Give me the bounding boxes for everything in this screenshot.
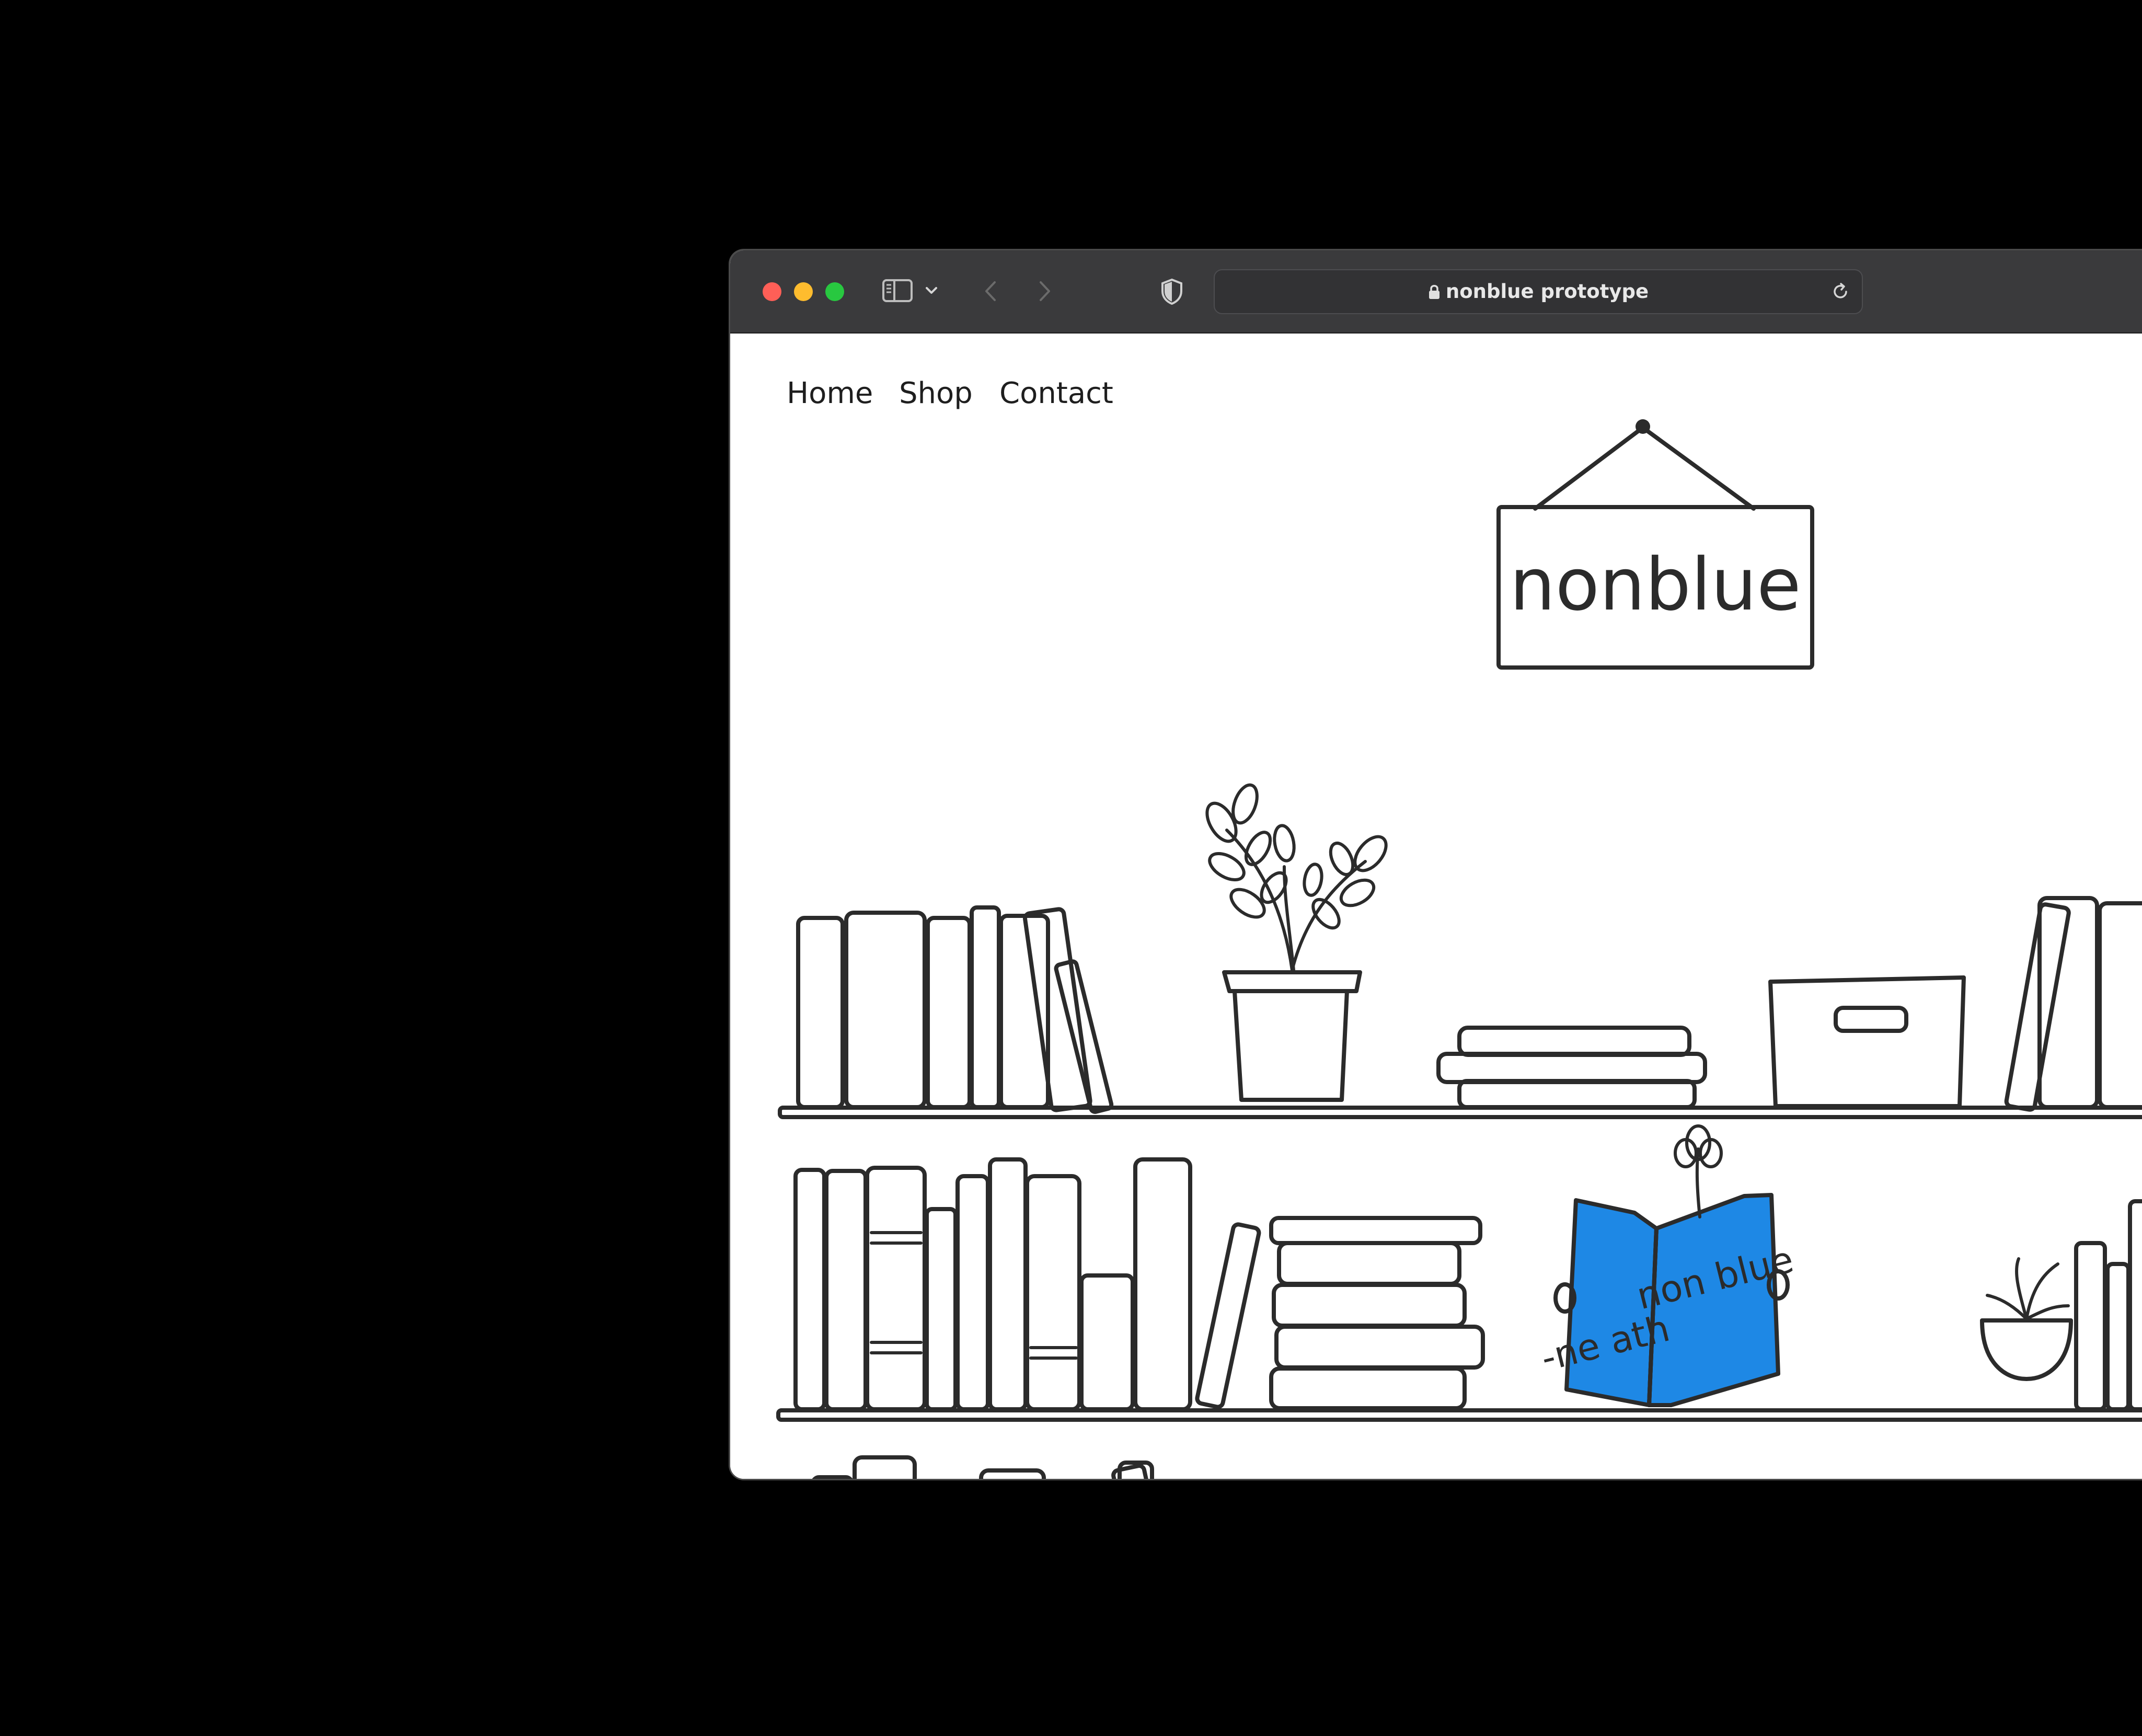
sign-label: nonblue: [1510, 543, 1801, 627]
shield-icon[interactable]: [1160, 278, 1184, 306]
browser-toolbar: nonblue prototype: [730, 250, 2142, 334]
middle-shelf-books-right: [2074, 1199, 2142, 1411]
back-icon[interactable]: [982, 279, 998, 303]
url-label: nonblue prototype: [1445, 280, 1649, 303]
shop-sign: nonblue: [1496, 419, 1814, 670]
close-button[interactable]: [763, 282, 781, 301]
browser-window: nonblue prototype Home Shop Contact nonb…: [730, 250, 2142, 1479]
storage-box: [1768, 975, 1966, 1108]
potted-plant: [1205, 783, 1388, 1102]
bottom-shelf-books: [812, 1455, 1195, 1479]
blue-open-book: -ne ath non blue: [1537, 1124, 1798, 1407]
minimize-button[interactable]: [794, 282, 813, 301]
middle-shelf-books: [793, 1157, 1261, 1411]
sidebar-icon[interactable]: [882, 278, 913, 304]
succulent-pot: [1980, 1257, 2073, 1381]
shelf-boards: [776, 1106, 2142, 1422]
forward-icon[interactable]: [1038, 279, 1053, 303]
reload-icon[interactable]: [1830, 282, 1850, 302]
address-text: nonblue prototype: [1215, 270, 1862, 313]
top-shelf-books: [796, 905, 1114, 1114]
maximize-button[interactable]: [825, 282, 844, 301]
address-bar[interactable]: nonblue prototype: [1214, 269, 1863, 314]
page-content: Home Shop Contact nonblue -ne ath non bl…: [730, 334, 2142, 1479]
chevron-down-icon[interactable]: [925, 285, 938, 296]
stacked-books-middle: [1269, 1216, 1485, 1410]
lock-icon: [1429, 285, 1439, 299]
top-shelf-books-right: [2004, 896, 2142, 1112]
bookshelf-illustration: nonblue -ne ath non blue: [776, 419, 2142, 1479]
stacked-books-top: [1436, 1026, 1707, 1109]
